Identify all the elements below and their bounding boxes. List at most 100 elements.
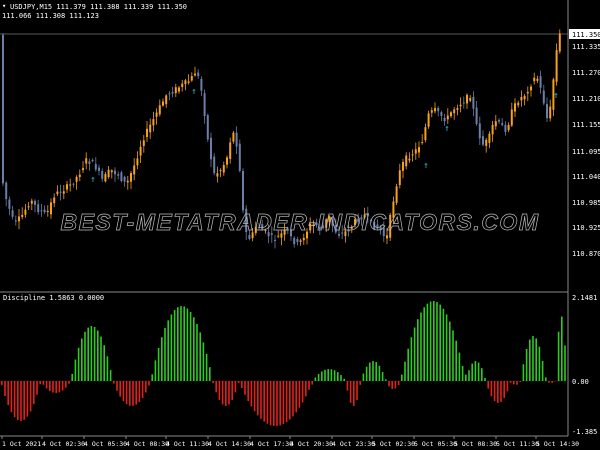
histogram-bar-down [244,381,246,395]
histogram-bar-down [260,381,262,419]
candle-body [114,170,116,175]
histogram-bar-up [522,364,525,381]
chart-canvas[interactable]: ↑ ↑ ↑ ↑ ↑ ▾ USDJPY,M15 111.379 111.388 111.3… [0,0,600,450]
histogram-bar-up [161,337,163,381]
histogram-bar-down [212,381,214,383]
histogram-bar-up [407,348,409,381]
candle-body [418,147,420,153]
histogram-bar-up [465,374,467,381]
time-label: 4 Oct 02:30 [42,440,85,448]
candle-body [475,107,478,124]
candle-body [443,117,446,122]
histogram-bar-down [113,381,115,384]
candle-body [213,156,216,174]
histogram-bar-down [231,381,233,400]
histogram-bar-down [273,381,275,426]
histogram-bar-up [106,356,109,381]
candle-body [43,209,46,213]
histogram-bar-up [461,366,464,381]
histogram-bar-down [311,381,313,385]
candle-body [238,143,241,171]
candle-body [56,191,59,195]
candle-body [293,237,296,245]
candle-body [210,137,212,160]
histogram-bar-down [148,381,150,386]
candle-body [386,235,388,239]
histogram-bar-down [17,381,19,421]
price-label: 111.335 [572,43,600,51]
candle-body [539,76,542,88]
candle-body [523,95,526,100]
candle-body [200,78,203,91]
histogram-bar-down [257,381,259,416]
histogram-bar-down [516,381,518,385]
candle-body [126,180,129,183]
discipline-histogram[interactable] [0,301,566,426]
candle-body [430,110,433,113]
histogram-bar-up [74,359,77,381]
histogram-bar-up [314,377,317,381]
histogram-bar-down [221,381,224,405]
metatrader-chart-window[interactable]: ↑ ↑ ↑ ↑ ↑ ▾ USDJPY,M15 111.379 111.388 111.3… [0,0,600,450]
histogram-bar-up [458,352,461,381]
histogram-bar-up [84,331,86,381]
histogram-bar-down [4,381,6,397]
histogram-bar-up [545,377,547,381]
histogram-bar-down [237,381,240,383]
histogram-bar-down [548,381,550,383]
candle-body [219,170,222,172]
candle-body [542,90,545,104]
candle-body [414,149,417,154]
candle-body [18,216,20,222]
candle-body [478,123,481,139]
candle-body [459,104,462,107]
candle-body [78,174,81,177]
histogram-bar-up [535,338,537,381]
histogram-bar-down [141,381,144,398]
histogram-bar-up [173,310,176,381]
candle-body [194,73,196,76]
histogram-bar-up [525,348,528,381]
candle-body [136,158,139,166]
histogram-bar-up [167,320,169,381]
candle-body [5,182,8,200]
candle-body [405,155,408,167]
histogram-bar-down [10,381,13,413]
candle-body [216,173,219,177]
candle-body [395,186,398,203]
time-label: 4 Oct 14:30 [208,440,251,448]
histogram-bar-up [81,338,83,381]
histogram-bar-up [423,307,425,381]
candle-body [72,183,75,185]
candle-body [155,112,158,117]
candle-body [549,106,552,119]
histogram-bar-down [125,381,128,405]
candle-body [242,170,244,211]
candle-body [466,94,468,104]
histogram-bar-down [29,381,32,412]
candle-body [69,184,72,186]
histogram-bar-up [445,314,448,381]
price-label: 110.925 [572,224,600,232]
candle-body [123,176,126,182]
histogram-bar-up [330,369,333,381]
histogram-bar-down [42,381,45,385]
histogram-bar-up [429,301,432,381]
up-arrow-icon: ↑ [553,91,558,101]
histogram-bar-up [77,347,80,381]
candle-body [107,169,110,177]
candle-body [491,124,494,135]
histogram-bar-up [529,339,531,381]
up-arrow-icon: ↑ [444,124,449,134]
histogram-bar-up [343,378,345,381]
histogram-bar-up [471,363,473,381]
histogram-bar-up [183,306,185,381]
histogram-bar-down [301,381,304,403]
price-label: 111.210 [572,95,600,103]
price-axis-labels: 111.335 111.155 111.095 111.040 110.985 … [572,43,600,258]
candle-body [546,104,548,119]
candle-body [197,72,200,77]
histogram-bar-down [247,381,249,401]
histogram-bar-up [372,361,374,381]
candle-body [66,184,68,190]
